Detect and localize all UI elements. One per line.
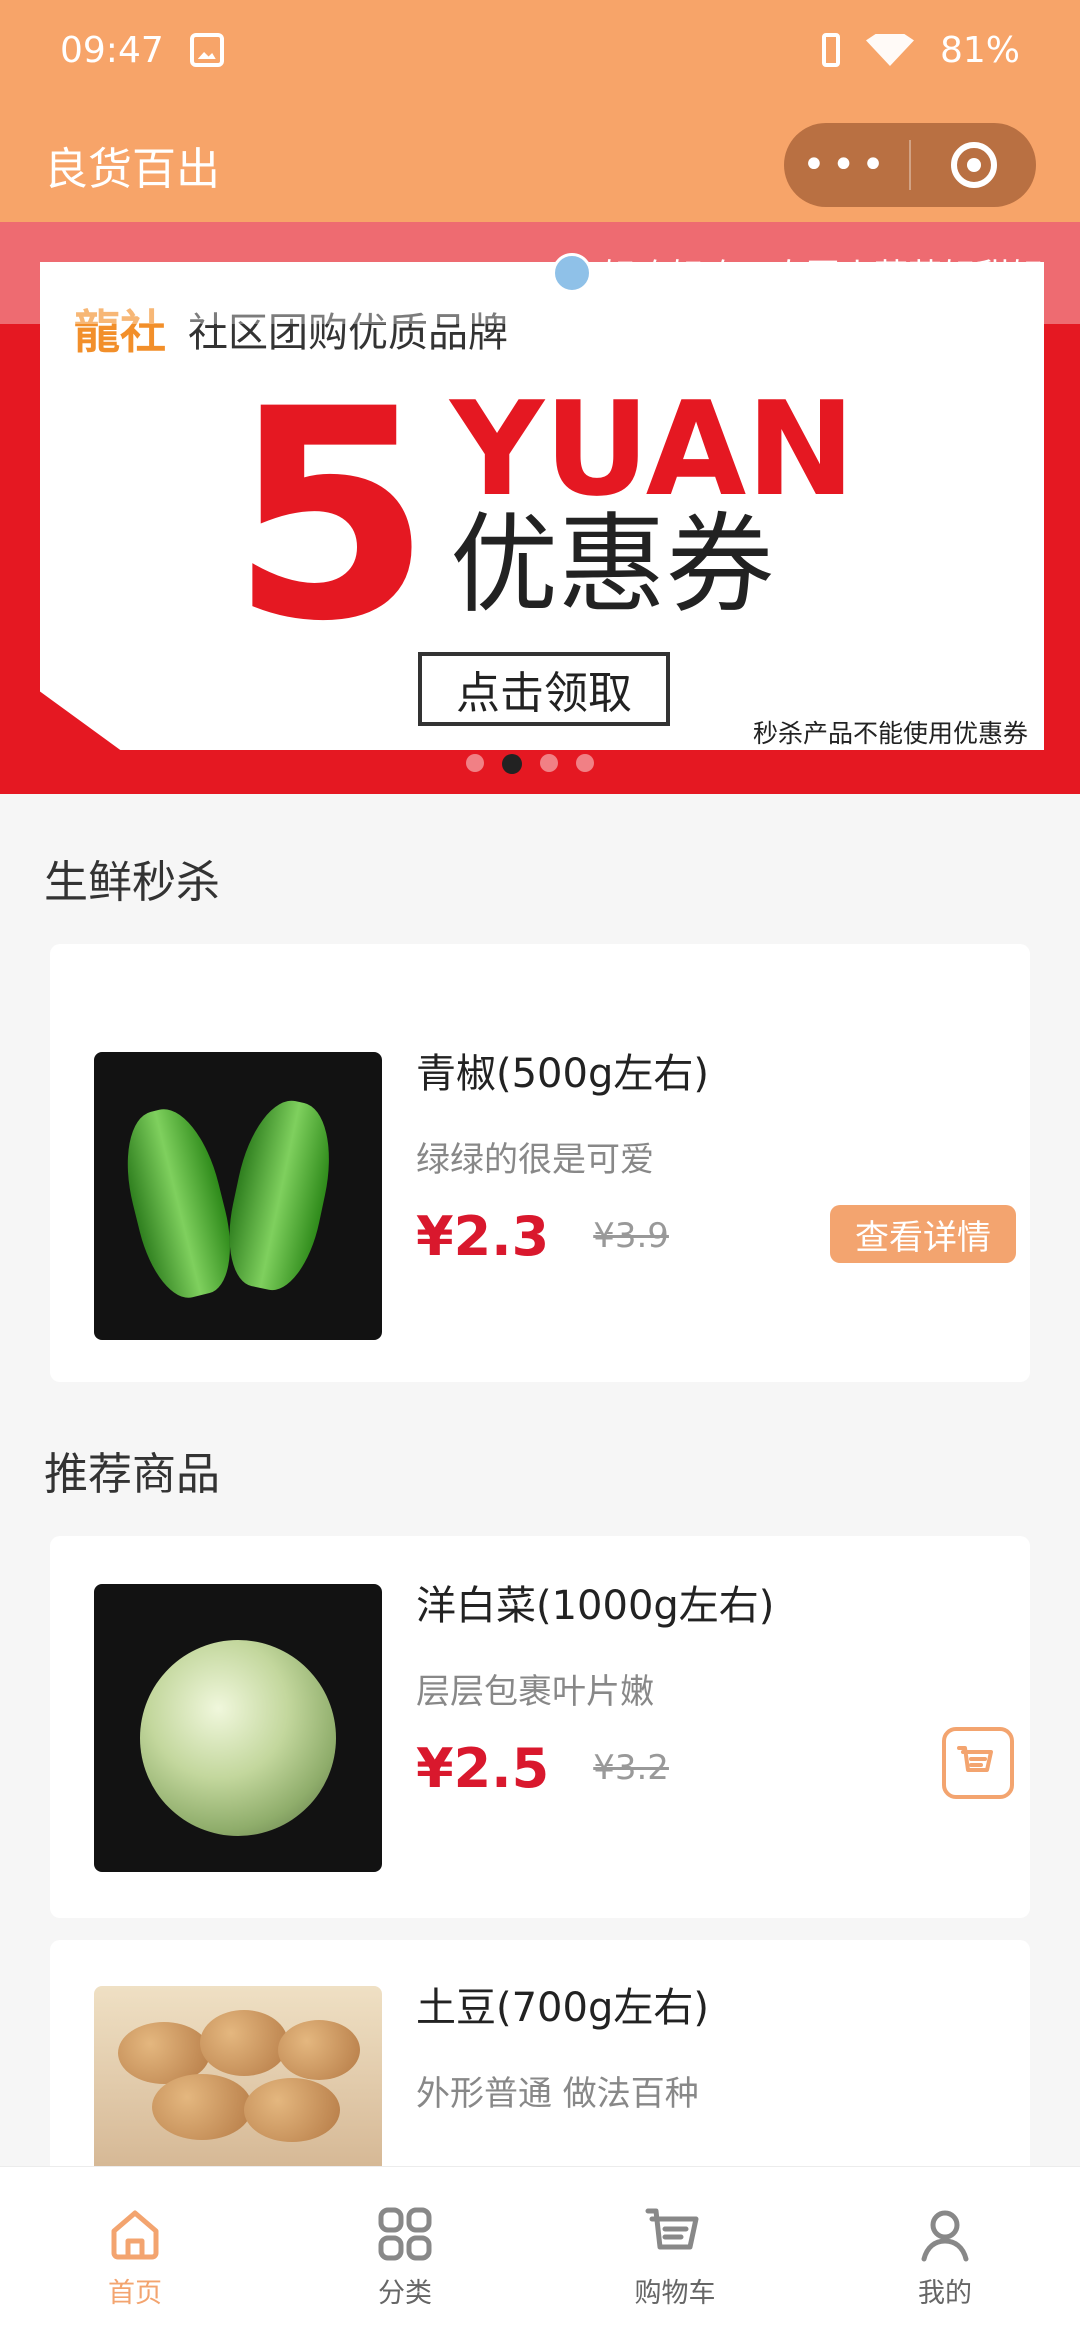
- price-row: ¥2.3 ¥3.9 查看详情: [416, 1201, 1016, 1271]
- product-thumbnail[interactable]: [94, 1052, 382, 1340]
- original-price: ¥3.9: [593, 1216, 669, 1256]
- banner-note: 秒杀产品不能使用优惠券: [752, 719, 1028, 748]
- carousel-dot[interactable]: [540, 754, 558, 772]
- mini-program-capsule: •••: [784, 123, 1036, 207]
- tab-category[interactable]: 分类: [270, 2167, 540, 2340]
- pepper-image-shape: [112, 1100, 244, 1306]
- target-icon: [950, 142, 997, 188]
- recommend-product[interactable]: 洋白菜(1000g左右) 层层包裹叶片嫩 ¥2.5 ¥3.2: [94, 1584, 1014, 1872]
- battery-level: 81%: [939, 29, 1020, 71]
- flash-sale-title: 生鲜秒杀: [44, 857, 220, 908]
- carousel-dot[interactable]: [576, 754, 594, 772]
- notice-bar: 好吃好吃～泰国小菠萝好甜好: [0, 222, 1080, 324]
- banner-coupon-text: 优惠券: [450, 503, 775, 628]
- product-info: 土豆(700g左右) 外形普通 做法百种: [416, 1986, 1006, 2115]
- current-price: ¥2.3: [416, 1204, 550, 1268]
- product-info: 青椒(500g左右) 绿绿的很是可爱 ¥2.3 ¥3.9 查看详情: [416, 1052, 1016, 1271]
- category-icon: [378, 2207, 432, 2261]
- status-bar: 09:47 81%: [0, 0, 1080, 100]
- app-title: 良货百出: [44, 144, 220, 195]
- tab-cart[interactable]: 购物车: [540, 2167, 810, 2340]
- vibrate-icon: [821, 33, 840, 67]
- image-icon: [189, 33, 224, 67]
- product-name[interactable]: 洋白菜(1000g左右): [416, 1584, 1006, 1628]
- cart-icon: [645, 2208, 699, 2250]
- potato-image-shape: [244, 2078, 340, 2142]
- status-left: 09:47: [60, 30, 224, 71]
- carousel-dot-active[interactable]: [502, 754, 522, 774]
- product-name[interactable]: 土豆(700g左右): [416, 1986, 1006, 2030]
- product-description: 外形普通 做法百种: [416, 2074, 699, 2114]
- current-price: ¥2.5: [416, 1736, 550, 1800]
- close-button[interactable]: [911, 123, 1036, 207]
- cabbage-image-shape: [140, 1640, 336, 1836]
- status-right: 81%: [821, 29, 1020, 71]
- recommend-title: 推荐商品: [44, 1449, 220, 1500]
- carousel-dots: [466, 754, 594, 774]
- product-thumbnail[interactable]: [94, 1584, 382, 1872]
- bottom-tab-bar: 首页 分类 购物车 我的: [0, 2166, 1080, 2340]
- potato-image-shape: [200, 2010, 288, 2076]
- coupon-banner[interactable]: 龍社 社区团购优质品牌 5 YUAN 优惠券 点击领取 秒杀产品不能使用优惠券 …: [0, 222, 1080, 794]
- potato-image-shape: [152, 2074, 252, 2140]
- notice-text: 好吃好吃～泰国小菠萝好甜好: [602, 256, 1044, 297]
- product-description: 绿绿的很是可爱: [416, 1140, 654, 1180]
- carousel-dot[interactable]: [466, 754, 484, 772]
- flash-product[interactable]: 青椒(500g左右) 绿绿的很是可爱 ¥2.3 ¥3.9 查看详情: [94, 1052, 1016, 1340]
- claim-button[interactable]: 点击领取: [418, 652, 670, 726]
- view-details-button[interactable]: 查看详情: [830, 1205, 1016, 1263]
- price-row: ¥2.5 ¥3.2: [416, 1727, 1014, 1803]
- recommend-card[interactable]: 土豆(700g左右) 外形普通 做法百种: [50, 1940, 1030, 2274]
- product-description: 层层包裹叶片嫩: [416, 1672, 654, 1712]
- recommend-card[interactable]: 洋白菜(1000g左右) 层层包裹叶片嫩 ¥2.5 ¥3.2: [50, 1536, 1030, 1918]
- tab-home[interactable]: 首页: [0, 2167, 270, 2340]
- original-price: ¥3.2: [593, 1748, 669, 1788]
- top-header: 09:47 81% 良货百出 •••: [0, 0, 1080, 222]
- product-name[interactable]: 青椒(500g左右): [416, 1052, 1006, 1096]
- title-bar: 良货百出 •••: [44, 123, 1036, 207]
- flash-sale-card[interactable]: 青椒(500g左右) 绿绿的很是可爱 ¥2.3 ¥3.9 查看详情: [50, 944, 1030, 1382]
- home-icon: [111, 2210, 159, 2260]
- profile-icon: [921, 2210, 969, 2262]
- potato-image-shape: [278, 2020, 360, 2080]
- more-button[interactable]: •••: [784, 123, 909, 207]
- add-to-cart-button[interactable]: [942, 1727, 1014, 1799]
- tab-label: 首页: [108, 2278, 162, 2309]
- app-screen: 09:47 81% 良货百出 ••• 龍社 社区团购优质品牌 5 YUAN 优惠…: [0, 0, 1080, 2340]
- tab-label: 我的: [918, 2278, 972, 2309]
- notice-avatar: [552, 253, 592, 293]
- status-time: 09:47: [60, 29, 164, 71]
- tab-label: 分类: [378, 2278, 432, 2309]
- banner-yuan-text: YUAN: [450, 373, 856, 525]
- product-info: 洋白菜(1000g左右) 层层包裹叶片嫩 ¥2.5 ¥3.2: [416, 1584, 1014, 1803]
- tab-label: 购物车: [634, 2278, 716, 2309]
- wifi-icon: [865, 34, 914, 66]
- tab-profile[interactable]: 我的: [810, 2167, 1080, 2340]
- pepper-image-shape: [217, 1092, 343, 1298]
- banner-number: 5: [230, 348, 432, 685]
- cart-icon: [957, 1746, 993, 1772]
